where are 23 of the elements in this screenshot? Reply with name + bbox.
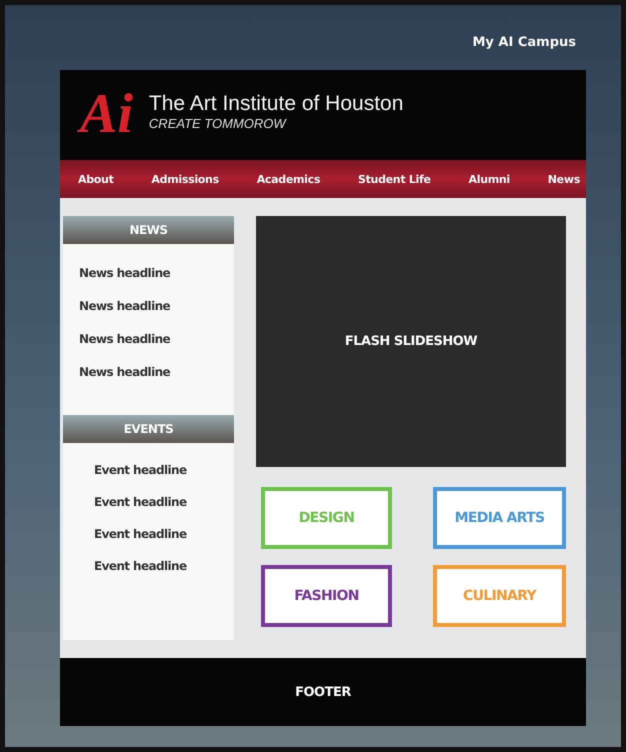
my-campus-link[interactable]: My AI Campus [472,35,576,50]
event-headline[interactable]: Event headline [94,527,234,541]
slideshow-label: FLASH SLIDESHOW [344,334,478,349]
event-headline[interactable]: Event headline [94,495,234,509]
program-tile[interactable]: FASHION [261,565,392,627]
news-headline[interactable]: News headline [79,365,234,379]
tagline: CREATE TOMMOROW [148,116,288,130]
section-header: EVENTS [63,415,234,443]
nav-link[interactable]: News [548,172,580,186]
nav-link[interactable]: About [78,172,114,186]
event-headline[interactable]: Event headline [94,463,234,477]
news-headline[interactable]: News headline [79,266,234,280]
nav-link[interactable]: Admissions [151,172,219,186]
logo[interactable]: Ai [76,84,143,146]
event-headline[interactable]: Event headline [94,559,234,573]
nav-link[interactable]: Academics [256,172,320,186]
footer-label: FOOTER [295,684,351,700]
section-header: NEWS [63,216,234,244]
news-headline[interactable]: News headline [79,332,234,346]
nav-link[interactable]: Student Life [358,172,431,186]
nav-link[interactable]: Alumni [468,172,510,186]
site-title: The Art Institute of Houston [148,92,404,116]
news-headline[interactable]: News headline [79,299,234,313]
